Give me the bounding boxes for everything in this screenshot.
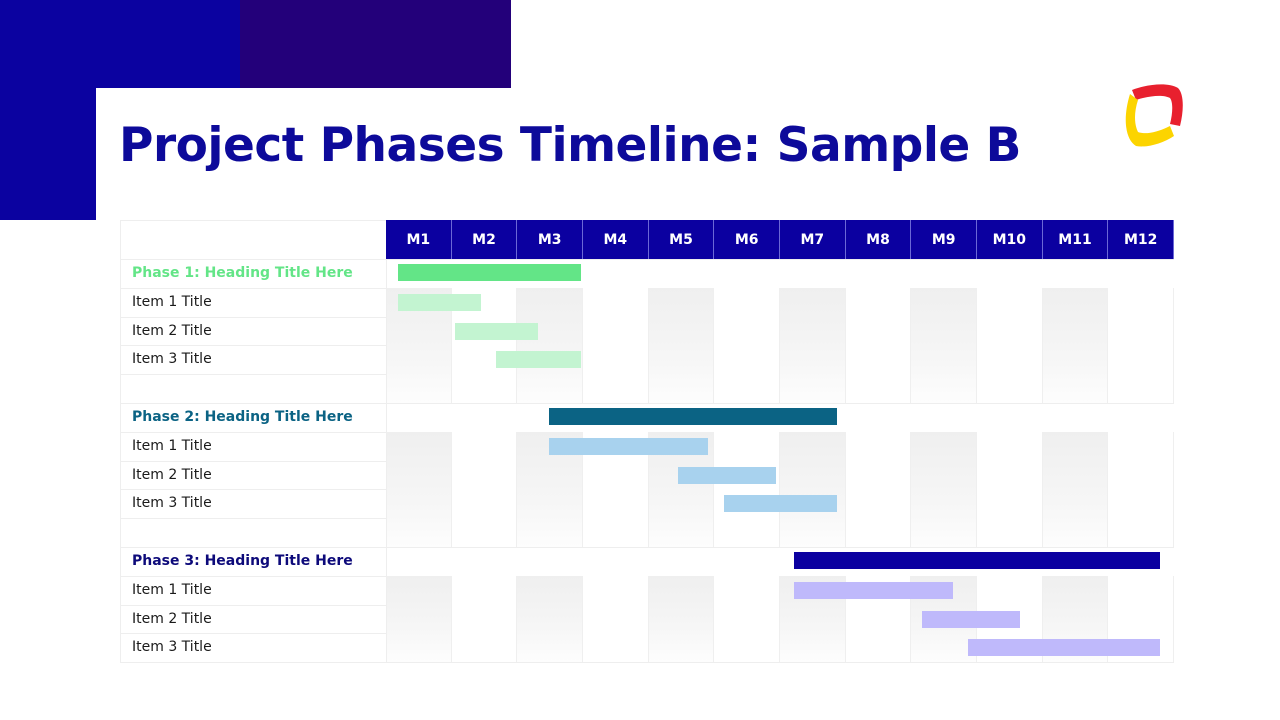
phase-heading-3: Phase 3: Heading Title Here	[132, 553, 353, 569]
item-bar	[397, 293, 482, 311]
phase-bar-2	[548, 408, 838, 425]
column-stripe	[452, 431, 518, 547]
month-header-m10: M10	[977, 220, 1043, 259]
month-header-m12: M12	[1108, 220, 1174, 259]
item-bar	[723, 495, 838, 513]
logo-yellow-segment	[1125, 94, 1174, 147]
item-label: Item 1 Title	[132, 437, 212, 454]
column-stripe	[452, 575, 518, 663]
month-header-m5: M5	[648, 220, 715, 259]
column-stripe	[714, 431, 780, 547]
timeline-grid: M1 M2 M3 M4 M5 M6 M7 M8 M9 M10 M11 M12	[386, 220, 1174, 664]
column-stripe	[583, 575, 649, 663]
row-divider	[121, 604, 387, 606]
month-header-m1: M1	[386, 220, 452, 259]
phase-bar-1	[397, 264, 582, 281]
item-label: Item 3 Title	[132, 351, 212, 368]
column-stripe	[1108, 287, 1174, 403]
item-label: Item 3 Title	[132, 639, 212, 656]
row-divider	[121, 403, 387, 404]
item-bar	[454, 322, 539, 340]
column-stripe	[386, 431, 452, 547]
row-divider	[386, 403, 1174, 404]
month-header-m6: M6	[714, 220, 780, 259]
row-divider	[386, 259, 1174, 260]
month-header-m7: M7	[780, 220, 846, 259]
row-divider	[386, 662, 1174, 664]
row-divider	[121, 287, 387, 289]
column-stripe	[517, 575, 583, 663]
item-label: Item 2 Title	[132, 322, 212, 339]
month-header-m11: M11	[1042, 220, 1109, 259]
column-stripe	[714, 575, 780, 663]
month-header-m9: M9	[911, 220, 977, 259]
item-bar	[794, 581, 953, 599]
item-label: Item 1 Title	[132, 581, 212, 598]
rounded-square-logo-icon	[1125, 84, 1183, 147]
phase-bar-3	[794, 552, 1160, 569]
month-header-m3: M3	[517, 220, 583, 259]
column-stripe	[780, 431, 846, 547]
item-bar	[678, 466, 777, 484]
item-label: Item 2 Title	[132, 466, 212, 483]
row-divider	[121, 575, 387, 577]
column-stripe	[846, 287, 912, 403]
column-stripe	[517, 287, 583, 403]
column-stripe	[846, 431, 912, 547]
row-divider	[121, 345, 387, 347]
row-divider	[121, 518, 387, 520]
row-divider	[121, 460, 387, 462]
gantt-chart: Phase 1: Heading Title Here Item 1 Title I…	[120, 220, 1174, 664]
item-bar	[922, 610, 1021, 628]
row-divider	[121, 316, 387, 318]
row-divider	[121, 547, 387, 548]
column-stripe	[1042, 287, 1109, 403]
column-stripe	[648, 287, 715, 403]
label-column: Phase 1: Heading Title Here Item 1 Title I…	[120, 220, 387, 664]
column-stripe	[911, 287, 977, 403]
phase-heading-1: Phase 1: Heading Title Here	[132, 265, 353, 281]
grid-left-border	[386, 259, 387, 663]
row-divider	[121, 374, 387, 376]
column-stripe	[977, 287, 1043, 403]
row-divider	[121, 633, 387, 635]
column-stripe	[1042, 431, 1109, 547]
decorative-block-secondary	[240, 0, 511, 88]
column-stripe	[386, 575, 452, 663]
row-divider	[121, 431, 387, 433]
item-label: Item 1 Title	[132, 293, 212, 310]
column-stripe	[1108, 431, 1174, 547]
column-stripe	[648, 575, 715, 663]
month-header-m4: M4	[583, 220, 649, 259]
column-stripe	[714, 287, 780, 403]
column-stripe	[911, 431, 977, 547]
month-header-m8: M8	[845, 220, 912, 259]
item-bar	[968, 639, 1160, 657]
row-divider	[121, 662, 387, 664]
page-title: Project Phases Timeline: Sample B	[119, 118, 1022, 173]
column-stripe	[977, 431, 1043, 547]
item-bar	[548, 437, 708, 455]
logo-red-segment	[1132, 84, 1183, 126]
row-divider	[121, 489, 387, 491]
item-label: Item 2 Title	[132, 610, 212, 627]
column-stripe	[583, 287, 649, 403]
month-header-m2: M2	[451, 220, 518, 259]
row-divider	[386, 547, 1174, 548]
row-divider	[121, 259, 387, 260]
column-stripe	[780, 287, 846, 403]
item-label: Item 3 Title	[132, 495, 212, 512]
phase-heading-2: Phase 2: Heading Title Here	[132, 409, 353, 425]
item-bar	[496, 351, 582, 369]
